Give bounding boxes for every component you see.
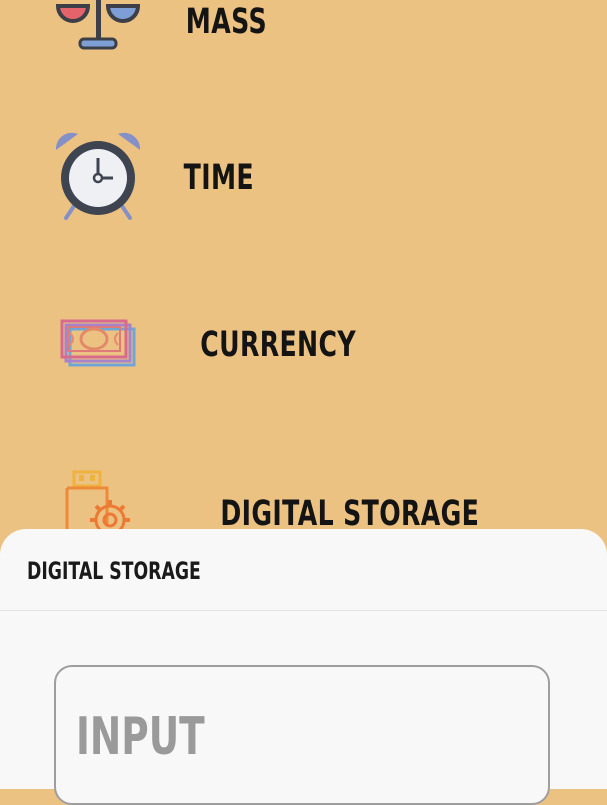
value-input[interactable]: INPUT [54, 665, 550, 805]
menu-item-label: TIME [183, 158, 254, 198]
bottom-sheet: DIGITAL STORAGE INPUT [0, 529, 607, 805]
menu-item-label: CURRENCY [200, 325, 356, 365]
banknotes-icon [60, 319, 136, 367]
menu-item-time[interactable]: TIME [0, 126, 607, 236]
menu-item-currency[interactable]: CURRENCY [0, 293, 607, 403]
alarm-clock-icon [55, 132, 141, 220]
input-placeholder: INPUT [76, 707, 205, 767]
sheet-title: DIGITAL STORAGE [27, 557, 201, 585]
menu-item-label: MASS [185, 2, 267, 42]
divider [0, 610, 607, 611]
scale-icon [55, 0, 141, 50]
menu-item-mass[interactable]: MASS [0, 0, 607, 60]
